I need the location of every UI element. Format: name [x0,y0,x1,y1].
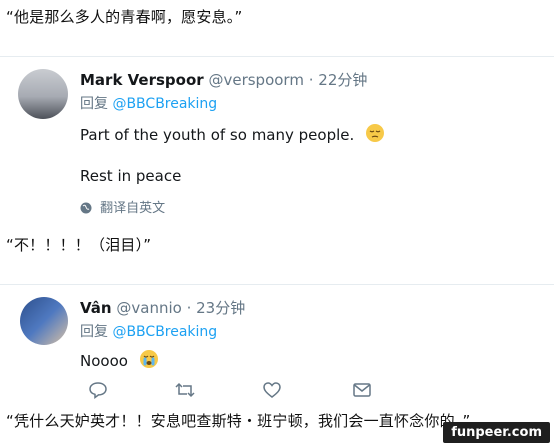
reply-icon[interactable] [88,381,108,403]
user-handle[interactable]: @vannio [116,299,181,317]
caption-2: “不！！！！（泪目）” [6,236,152,254]
tweet-text-line-2: Rest in peace [80,167,182,185]
timestamp[interactable]: · 23分钟 [187,299,246,317]
retweet-icon[interactable] [174,381,196,403]
caption-1: “他是那么多人的青春啊，愿安息。” [6,8,243,26]
message-icon[interactable] [352,381,372,403]
tweet-card-1[interactable]: Mark Verspoor @verspoorm · 22分钟 回复 @BBCB… [0,56,554,217]
crying-emoji [139,349,159,373]
user-handle[interactable]: @verspoorm [208,71,303,89]
display-name[interactable]: Vân [80,299,112,317]
globe-icon [80,202,92,214]
avatar[interactable] [20,297,68,345]
reply-mention-link[interactable]: @BBCBreaking [112,324,217,340]
tweet-text-line: Noooo [80,349,159,373]
translate-link[interactable]: 翻译自英文 [80,197,165,216]
like-icon[interactable] [262,381,282,403]
avatar[interactable] [18,69,68,119]
reply-context: 回复 @BBCBreaking [80,321,217,341]
timestamp[interactable]: · 22分钟 [309,71,368,89]
caption-3: “凭什么天妒英才！！安息吧查斯特・班宁顿，我们会一直怀念你的。” [6,412,471,430]
reply-prefix: 回复 [80,324,113,340]
tweet-text-line: Part of the youth of so many people. [80,123,385,147]
reply-context: 回复 @BBCBreaking [80,93,217,113]
display-name[interactable]: Mark Verspoor [80,71,204,89]
tweet-header: Mark Verspoor @verspoorm · 22分钟 [80,69,367,90]
tweet-actions [88,381,388,401]
tweet-text: Noooo [80,352,128,370]
reply-prefix: 回复 [80,96,113,112]
reply-mention-link[interactable]: @BBCBreaking [112,96,217,112]
tweet-header: Vân @vannio · 23分钟 [80,297,245,318]
tweet-text: Part of the youth of so many people. [80,126,355,144]
translate-label: 翻译自英文 [100,201,166,216]
tweet-card-2[interactable]: Vân @vannio · 23分钟 回复 @BBCBreaking Noooo [0,284,554,405]
pensive-emoji [365,123,385,147]
watermark-badge: funpeer.com [443,422,550,443]
